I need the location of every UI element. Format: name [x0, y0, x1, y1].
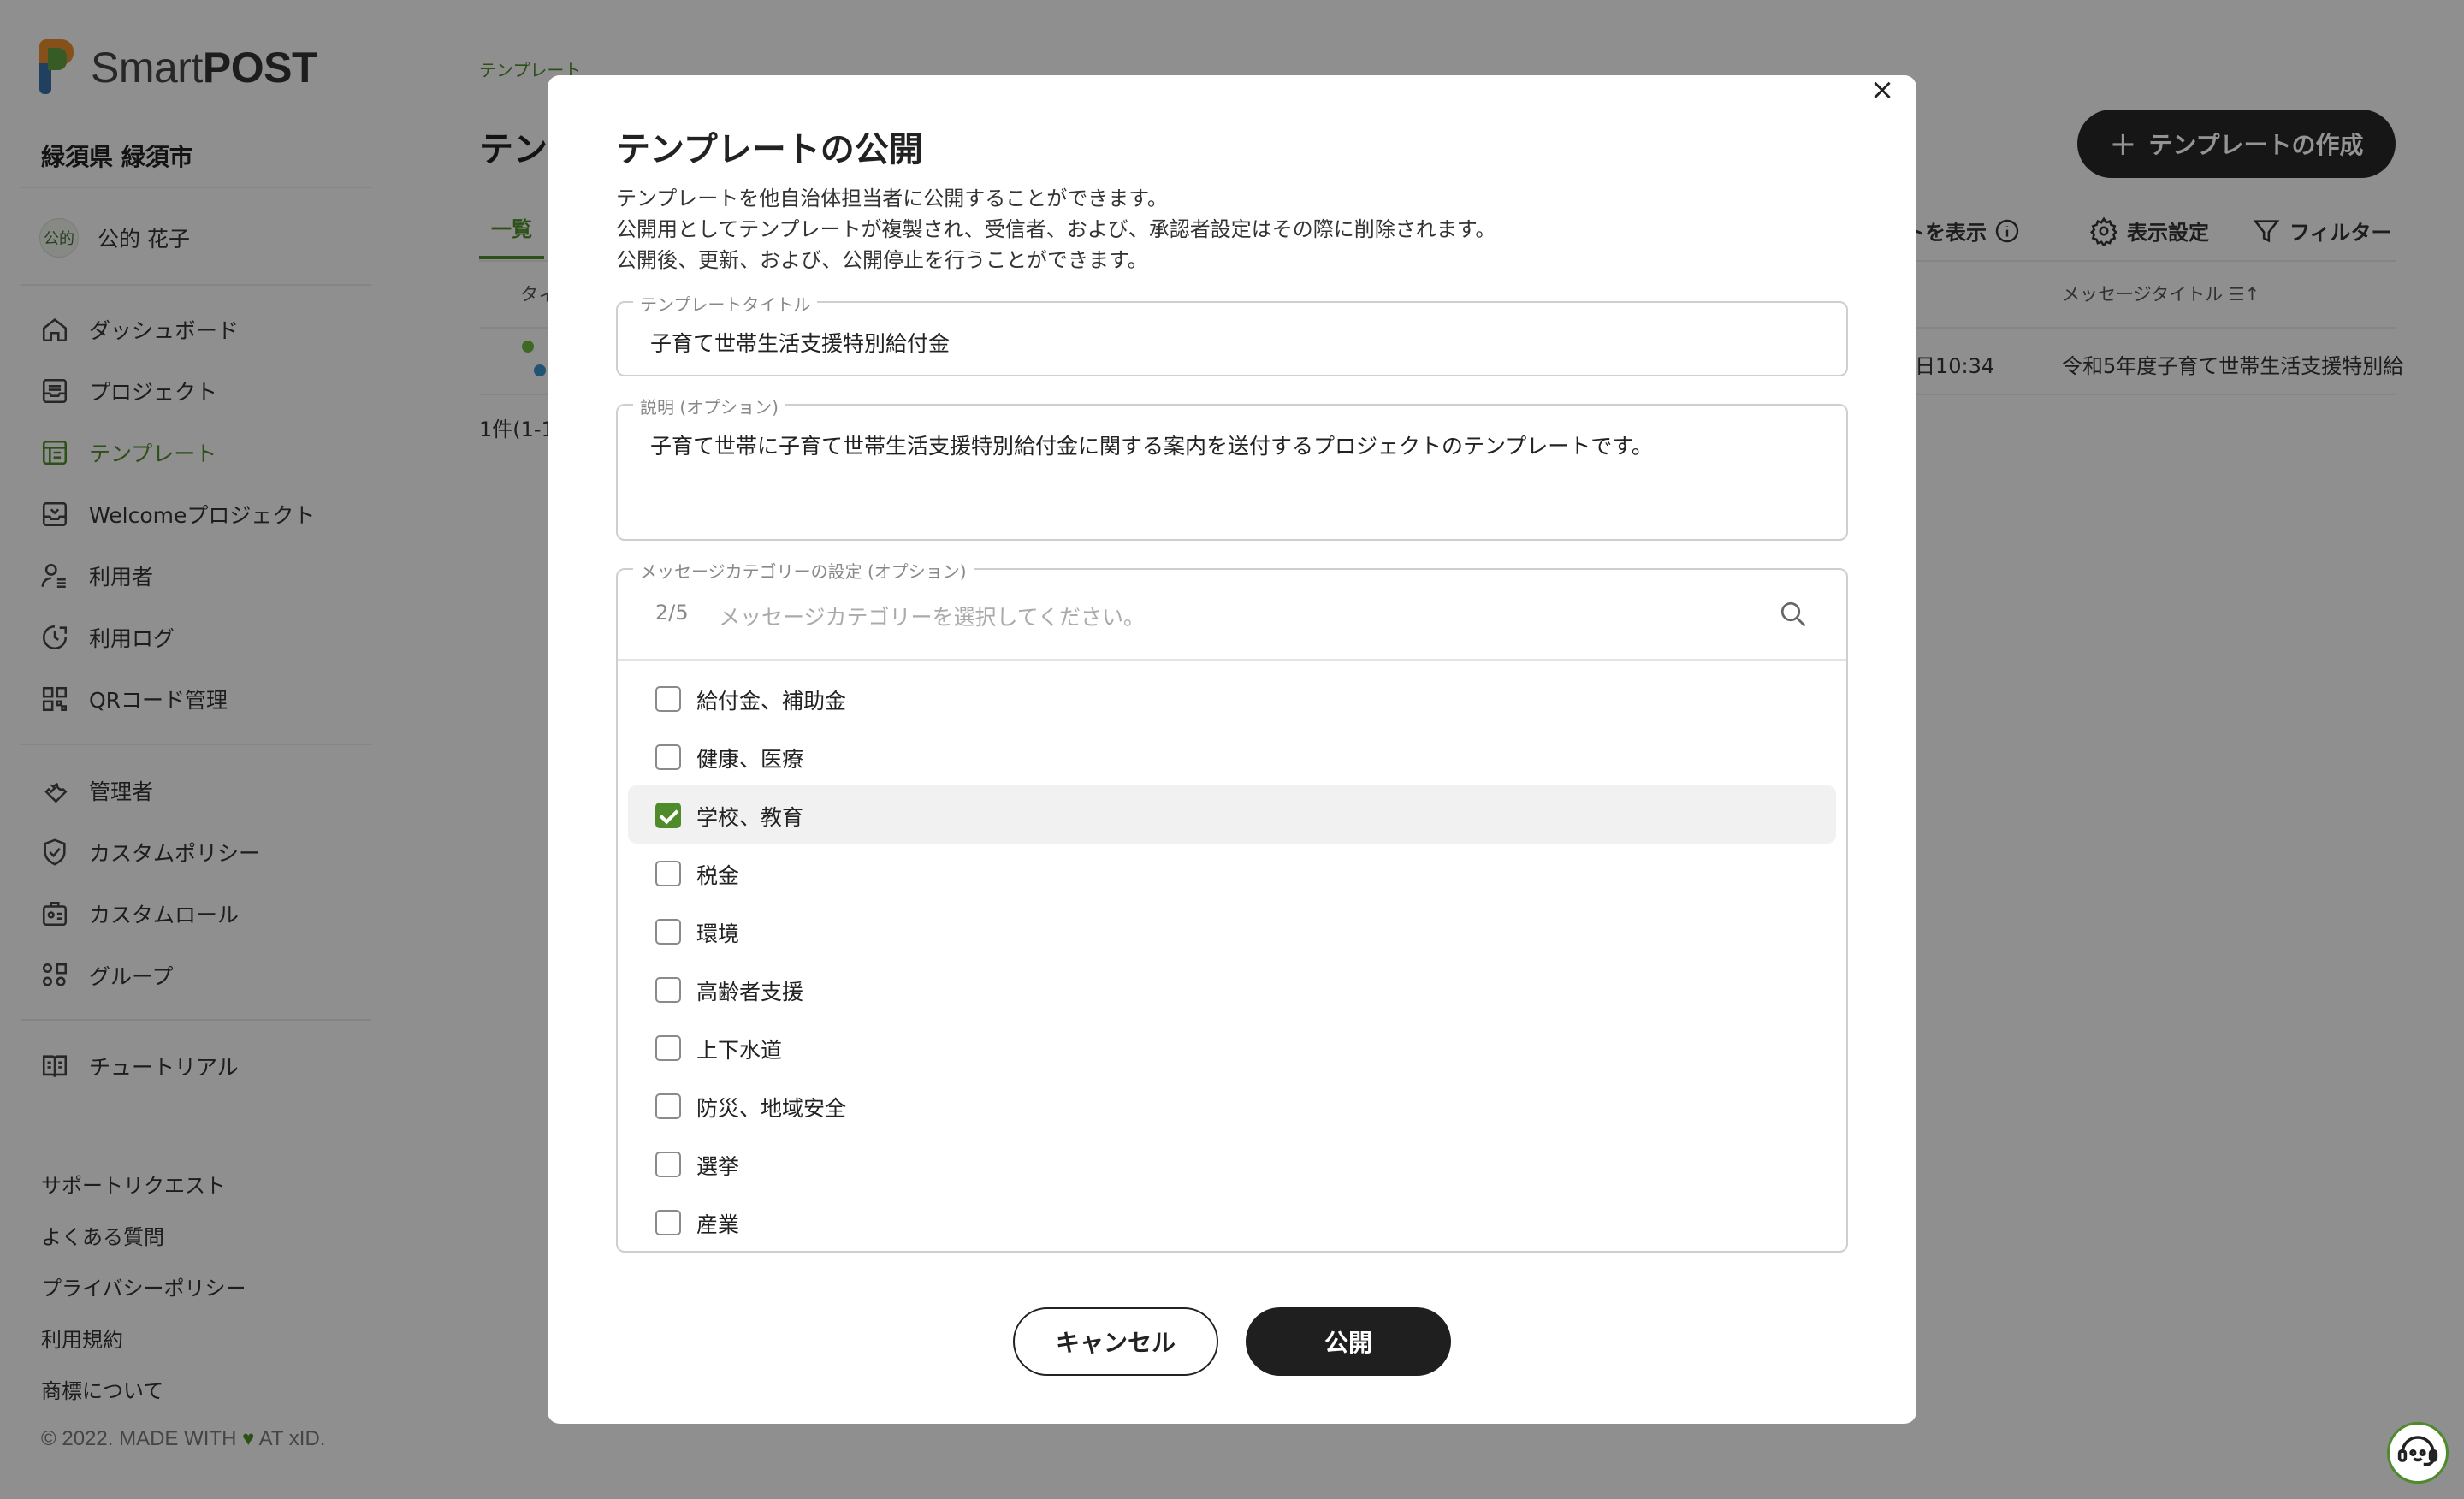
- category-option-label: 税金: [696, 863, 740, 888]
- description-value[interactable]: 子育て世帯に子育て世帯生活支援特別給付金に関する案内を送付するプロジェクトのテン…: [650, 430, 1653, 460]
- publish-button[interactable]: 公開: [1246, 1307, 1451, 1376]
- category-option[interactable]: 健康、医療: [628, 727, 1836, 785]
- category-option[interactable]: 上下水道: [628, 1018, 1836, 1076]
- category-option[interactable]: 高齢者支援: [628, 960, 1836, 1018]
- category-option-label: 給付金、補助金: [696, 689, 847, 714]
- checkbox[interactable]: [655, 686, 681, 712]
- close-icon[interactable]: ×: [1865, 75, 1899, 104]
- dialog-title: テンプレートの公開: [616, 130, 923, 169]
- category-option[interactable]: 学校、教育: [628, 785, 1836, 844]
- template-title-field[interactable]: テンプレートタイトル 子育て世帯生活支援特別給付金: [616, 291, 1848, 376]
- dialog-description-line: テンプレートを他自治体担当者に公開することができます。: [616, 187, 1168, 210]
- description-field[interactable]: 説明 (オプション) 子育て世帯に子育て世帯生活支援特別給付金に関する案内を送付…: [616, 394, 1848, 541]
- category-option[interactable]: 給付金、補助金: [628, 669, 1836, 727]
- publish-template-dialog: × テンプレートの公開 テンプレートを他自治体担当者に公開することができます。 …: [548, 75, 1916, 1424]
- checkbox[interactable]: [655, 919, 681, 945]
- category-option-label: 防災、地域安全: [696, 1096, 847, 1121]
- category-option[interactable]: 選挙: [628, 1135, 1836, 1193]
- category-option[interactable]: 防災、地域安全: [628, 1076, 1836, 1135]
- chat-bot-icon: [2397, 1436, 2438, 1466]
- category-option[interactable]: 産業: [628, 1193, 1836, 1251]
- dialog-description-line: 公開用としてテンプレートが複製され、受信者、および、承認者設定はその際に削除され…: [616, 217, 1496, 241]
- template-title-label: テンプレートタイトル: [633, 291, 818, 316]
- message-category-field: メッセージカテゴリーの設定 (オプション) 2/5 メッセージカテゴリーを選択し…: [616, 558, 1848, 1253]
- category-option-label: 選挙: [696, 1154, 740, 1179]
- category-option[interactable]: 環境: [628, 902, 1836, 960]
- checkbox[interactable]: [655, 1152, 681, 1177]
- checkbox[interactable]: [655, 1210, 681, 1235]
- checkbox[interactable]: [655, 744, 681, 770]
- category-option-label: 健康、医療: [696, 747, 804, 772]
- category-option-label: 上下水道: [696, 1038, 783, 1063]
- category-selected-count: 2/5: [655, 601, 689, 625]
- checkbox[interactable]: [655, 977, 681, 1003]
- cancel-button[interactable]: キャンセル: [1013, 1307, 1218, 1376]
- category-option-label: 高齢者支援: [696, 980, 804, 1004]
- description-label: 説明 (オプション): [633, 394, 785, 418]
- checkbox[interactable]: [655, 803, 681, 828]
- template-title-value[interactable]: 子育て世帯生活支援特別給付金: [650, 327, 950, 358]
- category-search-input[interactable]: メッセージカテゴリーを選択してください。: [719, 601, 1145, 631]
- category-search-bar[interactable]: 2/5 メッセージカテゴリーを選択してください。: [618, 570, 1846, 661]
- category-option-label: 学校、教育: [696, 805, 804, 830]
- dialog-description-line: 公開後、更新、および、公開停止を行うことができます。: [616, 248, 1148, 272]
- category-option[interactable]: 税金: [628, 844, 1836, 902]
- category-option-label: 産業: [696, 1212, 740, 1237]
- search-icon[interactable]: [1778, 599, 1809, 633]
- category-option-label: 環境: [696, 921, 740, 946]
- checkbox[interactable]: [655, 861, 681, 886]
- chat-support-button[interactable]: [2387, 1422, 2449, 1484]
- checkbox[interactable]: [655, 1093, 681, 1119]
- checkbox[interactable]: [655, 1035, 681, 1061]
